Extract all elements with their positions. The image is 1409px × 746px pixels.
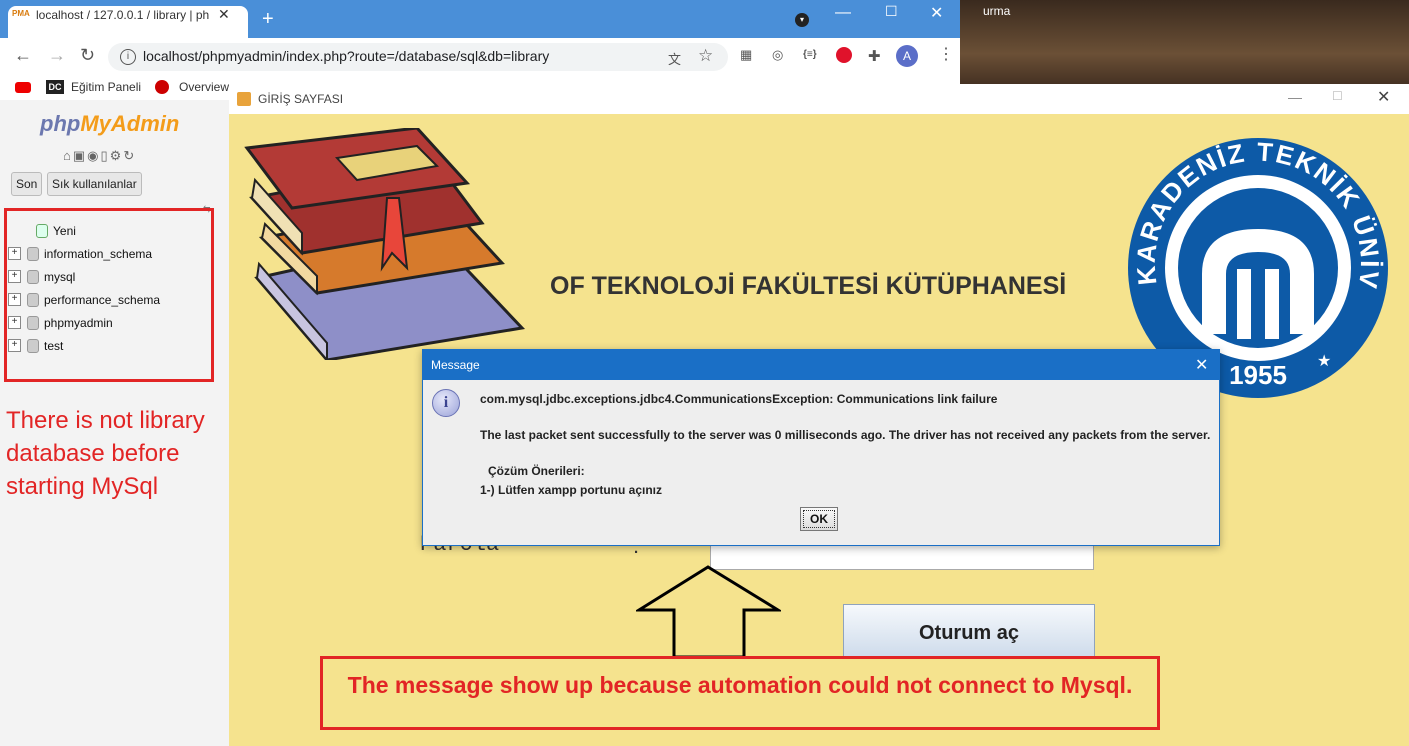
pma-quick-icons: ⌂▣◉▯⚙↻ <box>63 148 136 164</box>
extension-icon[interactable]: ▦ <box>740 47 752 63</box>
logo-year: 1955 <box>1229 360 1287 390</box>
youtube-bookmark-icon[interactable] <box>15 82 31 93</box>
forward-icon[interactable]: → <box>48 45 66 66</box>
java-coffee-icon <box>237 92 251 106</box>
tab-search-icon[interactable]: ▾ <box>795 13 809 27</box>
maximize-icon[interactable]: ☐ <box>885 3 898 20</box>
logo-myadmin-text: MyAdmin <box>80 111 180 136</box>
translate-icon[interactable]: 文 <box>668 49 681 68</box>
new-tab-button[interactable]: + <box>262 9 274 29</box>
adblock-extension-icon[interactable] <box>836 47 852 63</box>
dialog-title: Message <box>431 358 480 372</box>
dc-bookmark-icon[interactable]: DC <box>46 80 64 94</box>
settings-gear-icon[interactable]: ⚙ <box>110 148 124 163</box>
bookmark-star-icon[interactable]: ☆ <box>698 46 713 66</box>
minimize-icon[interactable]: — <box>835 4 851 22</box>
login-window-titlebar <box>229 84 1409 114</box>
desktop-wallpaper <box>960 0 1409 90</box>
login-button[interactable]: Oturum aç <box>843 604 1095 662</box>
home-icon[interactable]: ⌂ <box>63 148 73 163</box>
minimize-icon[interactable]: — <box>1288 89 1302 105</box>
favorites-button[interactable]: Sık kullanılanlar <box>47 172 142 196</box>
close-window-icon[interactable]: ✕ <box>1377 87 1390 107</box>
close-window-icon[interactable]: ✕ <box>930 3 943 23</box>
url-text[interactable]: localhost/phpmyadmin/index.php?route=/da… <box>143 48 549 64</box>
dialog-suggestion-line: 1-) Lütfen xampp portunu açınız <box>480 483 662 497</box>
logo-star-icon: ★ <box>1317 353 1331 370</box>
dialog-suggestions-heading: Çözüm Önerileri: <box>488 464 585 478</box>
ok-button[interactable]: OK <box>800 507 838 531</box>
json-extension-icon[interactable]: {≡} <box>803 49 817 60</box>
dialog-titlebar <box>422 349 1220 380</box>
bookmark-egitim-paneli[interactable]: Eğitim Paneli <box>71 80 141 94</box>
extension-icon[interactable]: ◎ <box>772 47 783 63</box>
back-icon[interactable]: ← <box>14 45 32 66</box>
oracle-bookmark-icon[interactable] <box>155 80 169 94</box>
recent-button[interactable]: Son <box>11 172 43 196</box>
logo-php-text: php <box>40 111 81 136</box>
dialog-error-line: com.mysql.jdbc.exceptions.jdbc4.Communic… <box>480 392 998 406</box>
desktop-partial-text: urma <box>983 4 1011 18</box>
annotation-left-text: There is not library database before sta… <box>6 407 205 500</box>
login-window-title: GİRİŞ SAYFASI <box>258 92 344 106</box>
annotation-arrow-icon <box>636 565 781 659</box>
tab-title: localhost / 127.0.0.1 / library | ph <box>36 8 210 22</box>
tab-close-icon[interactable]: ✕ <box>218 6 230 23</box>
pma-favicon-icon: PMA <box>12 9 30 18</box>
help-icon[interactable]: ◉ <box>87 148 100 163</box>
site-info-icon[interactable]: i <box>120 49 136 65</box>
info-icon: i <box>432 389 460 417</box>
library-heading: OF TEKNOLOJİ FAKÜLTESİ KÜTÜPHANESİ <box>550 272 1067 300</box>
docs-icon[interactable]: ▯ <box>101 148 110 163</box>
reload-icon[interactable]: ↻ <box>80 45 95 66</box>
books-icon <box>244 128 526 360</box>
dialog-detail-line: The last packet sent successfully to the… <box>480 428 1211 442</box>
annotation-highlight-box <box>4 208 214 382</box>
profile-avatar[interactable]: A <box>896 45 918 67</box>
dialog-close-icon[interactable]: ✕ <box>1195 355 1208 375</box>
annotation-bottom-text: The message show up because automation c… <box>347 672 1133 698</box>
menu-dots-icon[interactable]: ⋮ <box>938 44 954 64</box>
phpmyadmin-logo[interactable]: phpMyAdmin <box>40 111 179 137</box>
extensions-puzzle-icon[interactable]: ✚ <box>868 47 881 65</box>
refresh-icon[interactable]: ↻ <box>123 148 136 163</box>
maximize-icon[interactable]: ☐ <box>1332 89 1343 103</box>
bookmark-overview[interactable]: Overview <box>179 80 229 94</box>
logout-icon[interactable]: ▣ <box>73 148 87 163</box>
